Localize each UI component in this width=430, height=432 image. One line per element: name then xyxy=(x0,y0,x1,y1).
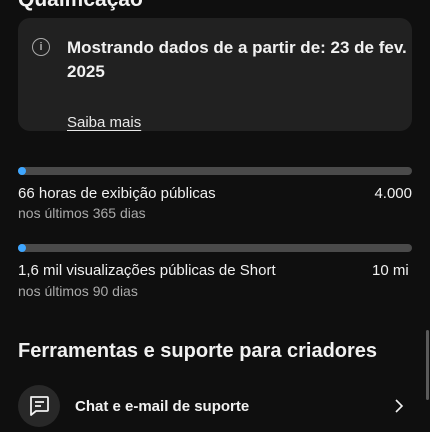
info-text-line2: 2025 xyxy=(67,62,105,81)
learn-more-link[interactable]: Saiba mais xyxy=(67,114,141,131)
watch-hours-period: nos últimos 365 dias xyxy=(18,205,146,221)
shorts-views-progress-fill xyxy=(18,244,26,252)
watch-hours-target: 4.000 xyxy=(374,185,412,202)
shorts-views-progress-bar xyxy=(18,244,412,252)
info-text: Mostrando dados de a partir de: 23 de fe… xyxy=(67,36,412,84)
watch-hours-progress-bar xyxy=(18,167,412,175)
qualification-title: Qualificação xyxy=(18,0,143,12)
creator-tools-title: Ferramentas e suporte para criadores xyxy=(18,340,378,362)
support-chat-email-row[interactable]: Chat e e-mail de suporte xyxy=(0,380,430,432)
chat-feedback-icon xyxy=(30,396,49,416)
scrollbar[interactable] xyxy=(426,330,429,400)
support-chat-email-label: Chat e e-mail de suporte xyxy=(75,398,250,415)
watch-hours-progress-fill xyxy=(18,167,26,175)
info-card: i Mostrando dados de a partir de: 23 de … xyxy=(18,18,412,131)
shorts-views-label: 1,6 mil visualizações públicas de Short xyxy=(18,262,276,279)
info-icon: i xyxy=(32,38,50,56)
info-text-line1: Mostrando dados de a partir de: 23 de fe… xyxy=(67,38,407,57)
watch-hours-label: 66 horas de exibição públicas xyxy=(18,185,216,202)
shorts-views-period: nos últimos 90 dias xyxy=(18,283,138,299)
shorts-views-target: 10 mi xyxy=(372,262,409,279)
chevron-right-icon xyxy=(395,399,404,413)
support-icon-wrap xyxy=(18,385,60,427)
